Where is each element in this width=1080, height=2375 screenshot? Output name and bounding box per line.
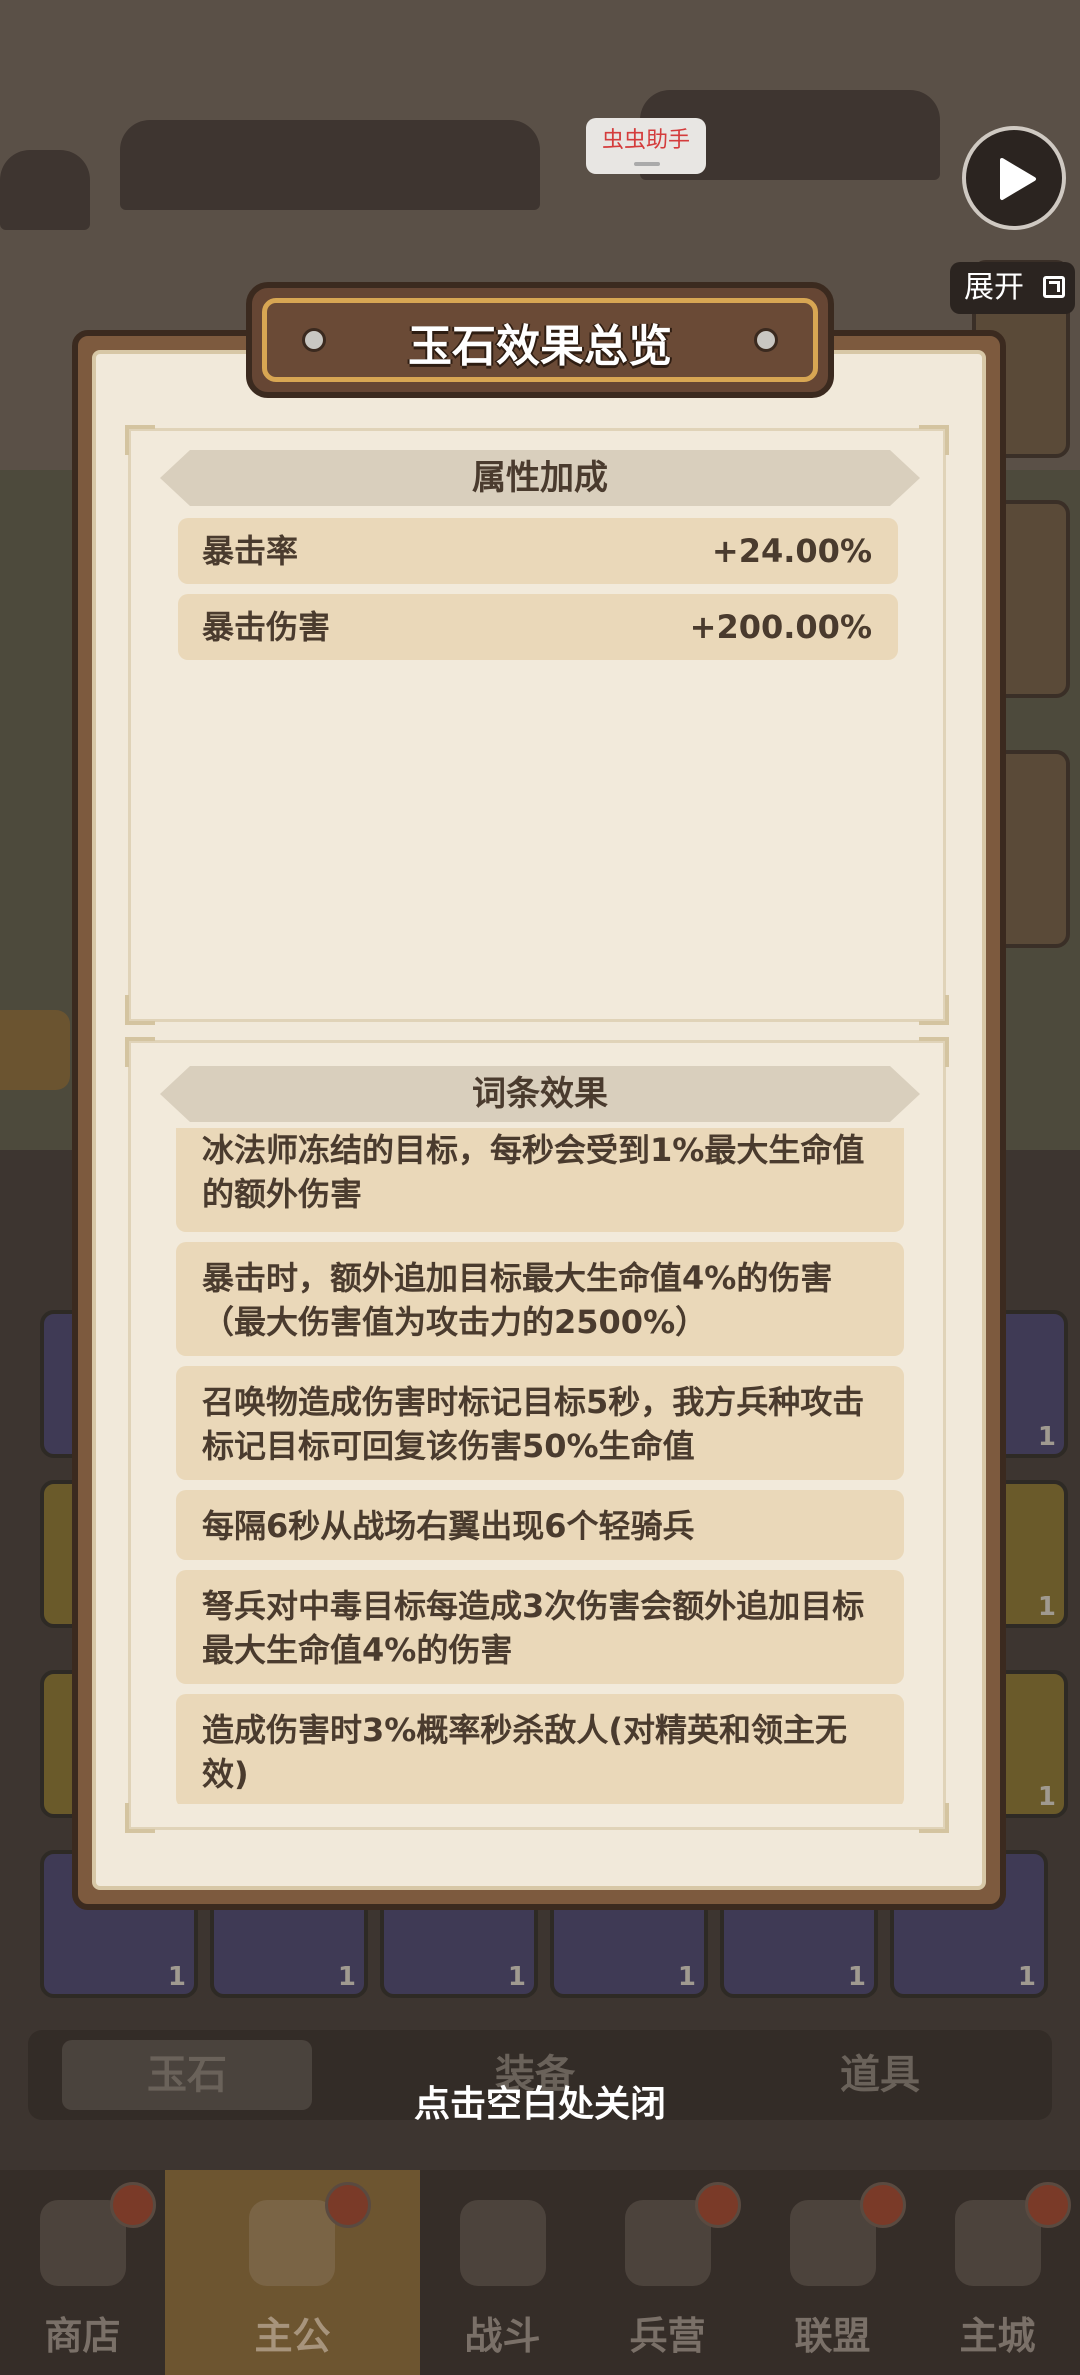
slot-count: 1	[1017, 1962, 1036, 1992]
effect-item: 每隔6秒从战场右翼出现6个轻骑兵	[176, 1490, 904, 1560]
nav-label: 战斗	[464, 2314, 541, 2358]
slot-count: 1	[677, 1962, 696, 1992]
notification-badge	[1025, 2182, 1071, 2228]
palace-roof	[120, 120, 540, 210]
close-hint[interactable]: 点击空白处关闭	[0, 2075, 1080, 2127]
stat-row-crit-rate: 暴击率 +24.00%	[178, 518, 898, 584]
helper-label: 虫虫助手	[601, 128, 690, 153]
crossed-swords-icon	[460, 2200, 546, 2286]
dialog-title: 玉石效果总览	[408, 321, 672, 372]
play-button[interactable]	[962, 126, 1066, 230]
nav-label: 主公	[254, 2314, 331, 2358]
expand-icon	[1043, 276, 1065, 298]
corner-ornament	[125, 1037, 155, 1067]
stat-label: 暴击率	[202, 532, 299, 570]
notification-badge	[860, 2182, 906, 2228]
effect-item: 弩兵对中毒目标每造成3次伤害会额外追加目标最大生命值4%的伤害	[176, 1570, 904, 1684]
nav-battle[interactable]: 战斗	[420, 2170, 585, 2375]
notification-badge	[110, 2182, 156, 2228]
nav-alliance[interactable]: 联盟	[750, 2170, 915, 2375]
helper-pill[interactable]: 虫虫助手	[586, 118, 706, 174]
corner-ornament	[919, 1037, 949, 1067]
slot-count: 1	[847, 1962, 866, 1992]
corner-ornament	[919, 995, 949, 1025]
stat-label: 暴击伤害	[202, 608, 331, 646]
nav-barracks[interactable]: 兵营	[585, 2170, 750, 2375]
treasure-chest-icon	[249, 2200, 335, 2286]
slot-count: 1	[1037, 1592, 1056, 1622]
effect-item: 暴击时，额外追加目标最大生命值4%的伤害（最大伤害值为攻击力的2500%）	[176, 1242, 904, 1356]
nav-main-city[interactable]: 主城	[915, 2170, 1080, 2375]
nav-label: 兵营	[629, 2314, 706, 2358]
attributes-header: 属性加成	[160, 450, 920, 506]
corner-ornament	[919, 425, 949, 455]
nav-lord[interactable]: 主公	[165, 2170, 420, 2375]
slot-count: 1	[507, 1962, 526, 1992]
effect-item: 冰法师冻结的目标，每秒会受到1%最大生命值的额外伤害	[176, 1128, 904, 1232]
handle-bar	[634, 162, 660, 166]
slot-count: 1	[1037, 1782, 1056, 1812]
effect-item: 召唤物造成伤害时标记目标5秒，我方兵种攻击标记目标可回复该伤害50%生命值	[176, 1366, 904, 1480]
slot-count: 1	[1037, 1422, 1056, 1452]
corner-ornament	[125, 425, 155, 455]
effects-header: 词条效果	[160, 1066, 920, 1122]
corner-ornament	[919, 1803, 949, 1833]
effect-item: 造成伤害时3%概率秒杀敌人(对精英和领主无效)	[176, 1694, 904, 1804]
notification-badge	[695, 2182, 741, 2228]
corner-ornament	[125, 1803, 155, 1833]
slot-count: 1	[167, 1962, 186, 1992]
notification-badge	[325, 2182, 371, 2228]
nav-label: 商店	[44, 2314, 121, 2358]
nav-shop[interactable]: 商店	[0, 2170, 165, 2375]
nav-label: 主城	[959, 2314, 1036, 2358]
stat-row-crit-damage: 暴击伤害 +200.00%	[178, 594, 898, 660]
effects-list[interactable]: 冰法师冻结的目标，每秒会受到1%最大生命值的额外伤害 暴击时，额外追加目标最大生…	[176, 1128, 904, 1804]
expand-label: 展开	[964, 270, 1024, 305]
palace-roof	[0, 150, 90, 230]
slot-count: 1	[337, 1962, 356, 1992]
stat-value: +24.00%	[711, 532, 872, 570]
stat-value: +200.00%	[689, 608, 872, 646]
nav-label: 联盟	[794, 2314, 871, 2358]
expand-button[interactable]: 展开	[950, 262, 1075, 314]
corner-ornament	[125, 995, 155, 1025]
dialog-title-plate: 玉石效果总览	[246, 282, 834, 398]
side-tab	[0, 1010, 70, 1090]
play-icon	[1000, 158, 1036, 200]
